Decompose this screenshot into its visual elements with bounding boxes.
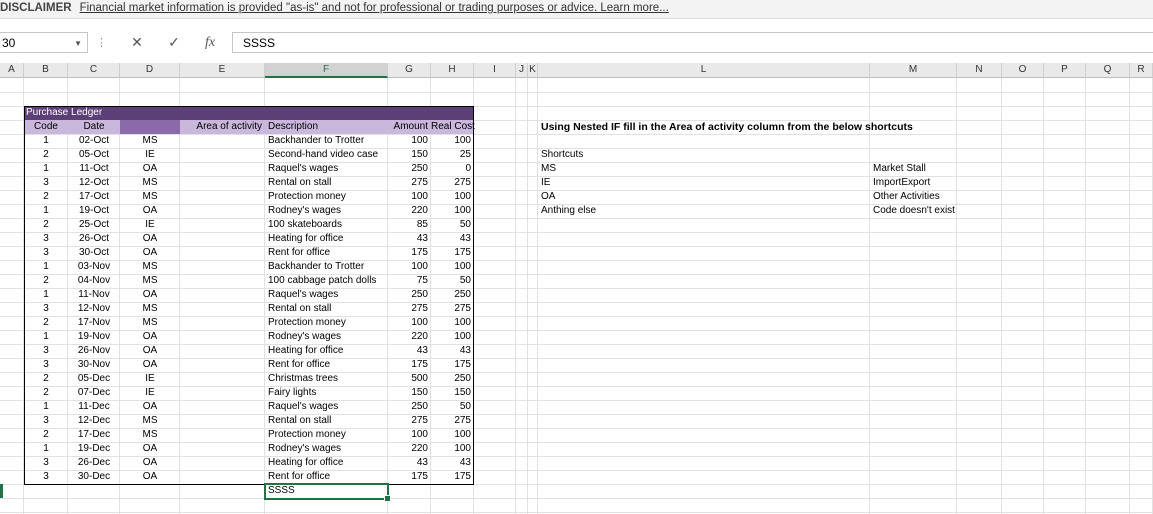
column-header-g[interactable]: G (388, 63, 431, 78)
column-header-d[interactable]: D (120, 63, 180, 78)
disclaimer-bar: DISCLAIMER Financial market information i… (0, 0, 1153, 19)
name-box[interactable]: 30 ▼ (0, 32, 88, 53)
column-header-k[interactable]: K (528, 63, 538, 78)
disclaimer-link[interactable]: Financial market information is provided… (80, 2, 669, 14)
shortcut-code[interactable]: MS (538, 162, 556, 176)
column-header-b[interactable]: B (24, 63, 68, 78)
gridline (1085, 78, 1086, 514)
column-header-j[interactable]: J (516, 63, 528, 78)
worksheet-grid[interactable]: A B C D E F G H I J K L M N O P Q R Purchase Ledger Code Dat… (0, 63, 1153, 514)
column-header-m[interactable]: M (870, 63, 957, 78)
instruction-title: Using Nested IF fill in the Area of acti… (541, 121, 913, 133)
column-header-p[interactable]: P (1044, 63, 1086, 78)
gridline (956, 78, 957, 514)
enter-icon[interactable]: ✓ (163, 32, 185, 53)
chevron-down-icon[interactable]: ▼ (74, 33, 82, 54)
column-header-e[interactable]: E (180, 63, 265, 78)
gridline (869, 78, 870, 514)
gridline (515, 78, 516, 514)
gridline (537, 78, 538, 514)
cancel-icon[interactable]: ✕ (126, 32, 148, 53)
shortcut-code[interactable]: OA (538, 190, 555, 204)
name-box-value: 30 (2, 36, 16, 50)
column-header-q[interactable]: Q (1086, 63, 1130, 78)
shortcut-meaning[interactable]: ImportExport (870, 176, 930, 190)
shortcut-meaning[interactable]: Code doesn't exist (870, 204, 955, 218)
formula-input[interactable]: SSSS (232, 32, 1153, 53)
shortcut-meaning[interactable]: Other Activities (870, 190, 940, 204)
column-header-o[interactable]: O (1002, 63, 1044, 78)
gridline (0, 92, 1153, 93)
column-header-r[interactable]: R (1130, 63, 1153, 78)
shortcuts-label: Shortcuts (541, 149, 584, 160)
gridline (1001, 78, 1002, 514)
gridline (1129, 78, 1130, 514)
column-header-a[interactable]: A (0, 63, 24, 78)
column-header-c[interactable]: C (68, 63, 120, 78)
insert-function-icon[interactable]: fx (199, 32, 221, 53)
fill-handle[interactable] (384, 495, 391, 502)
column-header-h[interactable]: H (431, 63, 474, 78)
shortcut-code[interactable]: IE (538, 176, 550, 190)
gridline (1043, 78, 1044, 514)
gridline (0, 498, 1153, 499)
gridline (0, 512, 1153, 513)
column-header-i[interactable]: I (474, 63, 516, 78)
more-options-icon[interactable]: ⋮ (96, 36, 107, 49)
row-selection-marker (0, 484, 3, 498)
column-header-l[interactable]: L (538, 63, 870, 78)
shortcut-code[interactable]: Anthing else (538, 204, 596, 218)
column-header-f[interactable]: F (265, 63, 388, 78)
active-cell-value[interactable]: SSSS (265, 484, 295, 498)
shortcut-meaning[interactable]: Market Stall (870, 162, 926, 176)
gridline (527, 78, 528, 514)
ledger-border (24, 106, 474, 485)
disclaimer-tag: DISCLAIMER (0, 2, 72, 14)
formula-bar: 30 ▼ ⋮ ✕ ✓ fx SSSS (0, 26, 1153, 59)
column-header-n[interactable]: N (957, 63, 1002, 78)
